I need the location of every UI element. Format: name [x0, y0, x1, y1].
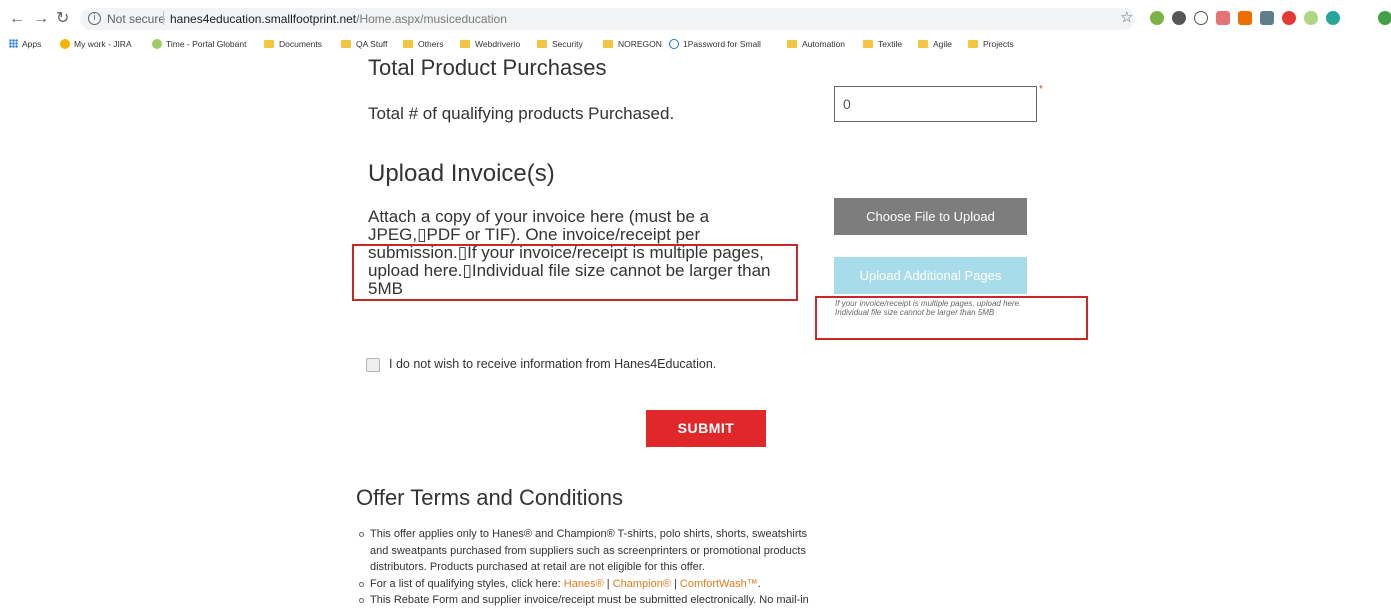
extension-image-icon[interactable]: [1260, 11, 1274, 25]
folder-icon: [787, 40, 797, 48]
bookmark-noregon[interactable]: NOREGON: [603, 38, 662, 50]
choose-file-button[interactable]: Choose File to Upload: [834, 198, 1027, 235]
back-arrow-icon[interactable]: ←: [9, 10, 25, 28]
submit-button[interactable]: SUBMIT: [646, 410, 766, 447]
terms-item-suffix: .: [757, 577, 761, 590]
annotation-box-instructions: [352, 244, 798, 301]
bookmark-others[interactable]: Others: [403, 38, 444, 50]
link-separator: |: [603, 577, 613, 590]
upload-additional-pages-button[interactable]: Upload Additional Pages: [834, 257, 1027, 294]
qty-input[interactable]: 0: [834, 86, 1037, 122]
terms-item: This Rebate Form and supplier invoice/re…: [357, 592, 817, 610]
url-host: hanes4education.smallfootprint.net: [170, 12, 357, 26]
bookmark-webdriverio[interactable]: Webdriverio: [460, 38, 520, 50]
folder-icon: [968, 40, 978, 48]
terms-item: For a list of qualifying styles, click h…: [357, 576, 817, 593]
profile-avatar-icon[interactable]: [1378, 11, 1391, 25]
folder-icon: [918, 40, 928, 48]
folder-icon: [460, 40, 470, 48]
attach-line: JPEG,▯PDF or TIF). One invoice/receipt p…: [368, 225, 701, 244]
bookmark-textile[interactable]: Textile: [863, 38, 902, 50]
optout-checkbox[interactable]: [366, 358, 380, 372]
comfortwash-link[interactable]: ComfortWash™: [680, 578, 758, 590]
extension-green-check-icon[interactable]: [1304, 11, 1318, 25]
folder-icon: [537, 40, 547, 48]
apps-grid-icon: [9, 39, 18, 48]
annotation-box-hint: [815, 296, 1088, 340]
extension-fire-icon[interactable]: [1238, 11, 1252, 25]
terms-item-prefix: For a list of qualifying styles, click h…: [370, 577, 564, 590]
qty-label: Total # of qualifying products Purchased…: [368, 104, 675, 123]
extension-w-icon[interactable]: [1172, 11, 1186, 25]
bookmark-security[interactable]: Security: [537, 38, 583, 50]
forward-arrow-icon[interactable]: →: [33, 10, 49, 28]
bookmark-jira[interactable]: My work - JIRA: [60, 38, 132, 50]
reload-icon[interactable]: ↻: [56, 10, 69, 28]
terms-heading: Offer Terms and Conditions: [356, 485, 623, 510]
champion-link[interactable]: Champion®: [613, 578, 671, 590]
folder-icon: [603, 40, 613, 48]
url-text[interactable]: hanes4education.smallfootprint.net/Home.…: [170, 12, 507, 26]
1password-icon: [669, 39, 679, 49]
attach-line: Attach a copy of your invoice here (must…: [368, 207, 710, 226]
extension-teal-icon[interactable]: [1326, 11, 1340, 25]
folder-icon: [863, 40, 873, 48]
url-separator: [163, 11, 164, 25]
info-icon[interactable]: i: [88, 12, 101, 25]
extension-red-icon[interactable]: [1282, 11, 1296, 25]
url-path: /Home.aspx/musiceducation: [356, 12, 507, 26]
bookmark-agile[interactable]: Agile: [918, 38, 952, 50]
extension-1password-icon[interactable]: [1194, 11, 1208, 25]
terms-item: This offer applies only to Hanes® and Ch…: [357, 526, 817, 576]
hanes-link[interactable]: Hanes®: [564, 578, 604, 590]
upload-heading: Upload Invoice(s): [368, 160, 555, 187]
bookmark-apps[interactable]: Apps: [9, 38, 41, 50]
bookmark-automation[interactable]: Automation: [787, 38, 845, 50]
not-secure-label: Not secure: [107, 12, 166, 26]
purchases-heading: Total Product Purchases: [368, 55, 607, 80]
bookmark-1password[interactable]: 1Password for Small: [669, 38, 761, 50]
folder-icon: [403, 40, 413, 48]
folder-icon: [341, 40, 351, 48]
extension-jira-icon[interactable]: [1216, 11, 1230, 25]
bookmark-documents[interactable]: Documents: [264, 38, 322, 50]
jira-icon: [60, 39, 70, 49]
folder-icon: [264, 40, 274, 48]
optout-label: I do not wish to receive information fro…: [389, 357, 717, 371]
bookmark-projects[interactable]: Projects: [968, 38, 1014, 50]
globant-icon: [152, 39, 162, 49]
bookmark-qa-stuff[interactable]: QA Stuff: [341, 38, 388, 50]
required-marker: *: [1039, 84, 1043, 95]
extension-check-icon[interactable]: [1150, 11, 1164, 25]
link-separator: |: [670, 577, 680, 590]
terms-list: This offer applies only to Hanes® and Ch…: [357, 526, 817, 610]
bookmark-star-icon[interactable]: ☆: [1120, 10, 1133, 26]
bookmark-time-portal[interactable]: Time - Portal Globant: [152, 38, 246, 50]
